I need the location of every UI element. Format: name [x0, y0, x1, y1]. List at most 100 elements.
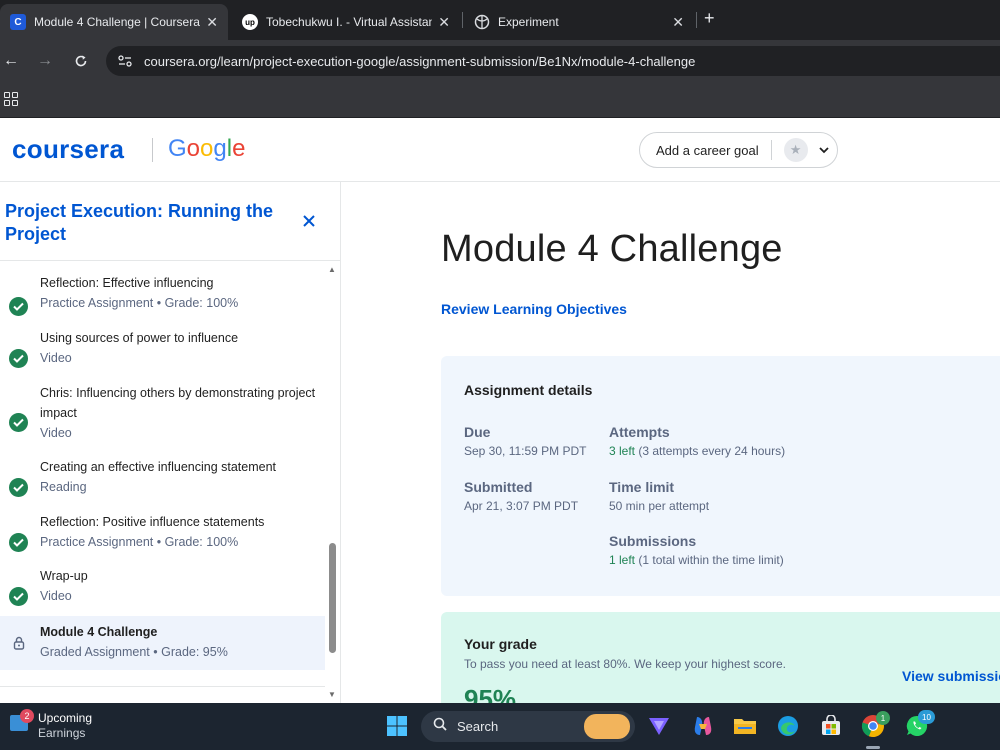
career-goal-divider — [770, 140, 772, 160]
browser-tab-strip: C Module 4 Challenge | Coursera ✕ up Tob… — [0, 0, 1000, 40]
microsoft-store-icon[interactable] — [817, 712, 845, 740]
check-circle-icon — [9, 533, 28, 552]
submissions-value: 1 left (1 total within the time limit) — [609, 551, 784, 569]
browser-tab-upwork[interactable]: up Tobechukwu I. - Virtual Assistan ✕ — [232, 4, 460, 40]
back-icon[interactable]: ← — [0, 50, 22, 72]
chevron-down-icon[interactable] — [818, 141, 830, 159]
time-limit-label: Time limit — [609, 479, 675, 495]
sidebar-item-meta: Video — [40, 426, 72, 440]
view-submission-link[interactable]: View submissio — [902, 668, 1000, 684]
submitted-value: Apr 21, 3:07 PM PDT — [464, 499, 579, 513]
main-content: Module 4 Challenge Review Learning Objec… — [341, 182, 1000, 703]
time-limit-value: 50 min per attempt — [609, 499, 710, 513]
sidebar-item-meta: Practice Assignment • Grade: 100% — [40, 296, 239, 310]
taskbar: 2 Upcoming Earnings Search 1 10 — [0, 703, 1000, 750]
tab-divider — [462, 12, 463, 28]
sidebar-item[interactable]: Chris: Influencing others by demonstrati… — [0, 383, 325, 447]
time-limit-block: Time limit 50 min per attempt — [609, 477, 709, 515]
search-icon — [433, 717, 447, 736]
course-title: Project Execution: Running the Project — [5, 201, 274, 244]
career-goal-label: Add a career goal — [656, 142, 759, 158]
vpn-app-icon[interactable] — [645, 712, 673, 740]
sidebar-item-name: Chris: Influencing others by demonstrati… — [40, 386, 316, 420]
sidebar-item[interactable]: Wrap-up Video — [0, 566, 325, 610]
notification-badge: 2 — [20, 709, 34, 723]
submissions-label: Submissions — [609, 533, 697, 549]
widget-subtitle: Earnings — [38, 726, 86, 740]
tab-title: Module 4 Challenge | Coursera — [34, 15, 200, 29]
site-info-icon[interactable] — [114, 50, 136, 72]
sidebar-item-active[interactable]: Module 4 Challenge Graded Assignment • G… — [0, 616, 325, 670]
search-label: Search — [457, 719, 499, 734]
close-icon[interactable] — [302, 212, 316, 233]
coursera-favicon: C — [10, 14, 26, 30]
taskbar-search[interactable]: Search — [421, 711, 635, 742]
search-highlight-icon — [584, 714, 630, 739]
attempts-left: 3 left — [609, 444, 636, 458]
review-learning-objectives-link[interactable]: Review Learning Objectives — [441, 301, 627, 317]
check-circle-icon — [9, 297, 28, 316]
submitted-block: Submitted Apr 21, 3:07 PM PDT — [464, 477, 578, 515]
grade-value: 95% — [464, 684, 517, 703]
scroll-up-arrow-icon[interactable]: ▲ — [328, 265, 336, 274]
browser-tab-experiment[interactable]: Experiment ✕ — [464, 4, 694, 40]
close-icon[interactable]: ✕ — [438, 14, 450, 31]
check-circle-icon — [9, 349, 28, 368]
scroll-down-arrow-icon[interactable]: ▼ — [328, 690, 336, 699]
whatsapp-notification-badge: 10 — [918, 710, 935, 724]
bookmarks-bar — [0, 82, 1000, 118]
copilot-icon[interactable] — [689, 712, 717, 740]
sidebar-item[interactable]: Reflection: Positive influence statement… — [0, 512, 325, 556]
widgets-button[interactable]: 2 Upcoming Earnings — [10, 709, 92, 741]
check-circle-icon — [9, 478, 28, 497]
due-value: Sep 30, 11:59 PM PDT — [464, 444, 587, 458]
tab-divider — [696, 12, 697, 28]
submissions-detail: (1 total within the time limit) — [635, 553, 784, 567]
sidebar-item-name: Module 4 Challenge — [40, 625, 158, 639]
star-icon: ★ — [783, 138, 808, 162]
forward-icon[interactable]: → — [34, 50, 56, 72]
logo-divider — [152, 138, 153, 162]
career-goal-button[interactable]: Add a career goal ★ — [639, 132, 838, 168]
submissions-block: Submissions 1 left (1 total within the t… — [609, 531, 784, 569]
sidebar-item[interactable]: Reflection: Effective influencing Practi… — [0, 273, 325, 317]
due-label: Due — [464, 424, 491, 440]
assignment-details-card: Assignment details Due Sep 30, 11:59 PM … — [441, 356, 1000, 596]
tab-title: Experiment — [498, 15, 559, 29]
sidebar-item-meta: Video — [40, 589, 72, 603]
check-circle-icon — [9, 413, 28, 432]
sidebar-item-name: Wrap-up — [40, 569, 88, 583]
sidebar-item-name: Using sources of power to influence — [40, 331, 239, 345]
reload-icon[interactable] — [70, 50, 92, 72]
chrome-notification-badge: 1 — [876, 711, 890, 725]
sidebar-footer-divider — [0, 686, 325, 687]
upwork-favicon: up — [242, 14, 258, 30]
grade-card: Your grade To pass you need at least 80%… — [441, 612, 1000, 703]
scrollbar-thumb[interactable] — [329, 543, 336, 653]
coursera-logo[interactable]: coursera — [12, 134, 124, 165]
google-logo[interactable]: Google — [168, 135, 245, 163]
attempts-block: Attempts 3 left (3 attempts every 24 hou… — [609, 422, 785, 460]
browser-tab-coursera[interactable]: C Module 4 Challenge | Coursera ✕ — [0, 4, 228, 40]
attempts-label: Attempts — [609, 424, 670, 440]
submitted-label: Submitted — [464, 479, 533, 495]
file-explorer-icon[interactable] — [731, 712, 759, 740]
sidebar-item[interactable]: Using sources of power to influence Vide… — [0, 328, 325, 372]
site-header: coursera Google Add a career goal ★ — [0, 118, 1000, 182]
sidebar-item-name: Reflection: Positive influence statement… — [40, 515, 265, 529]
address-bar[interactable]: coursera.org/learn/project-execution-goo… — [106, 46, 1000, 76]
attempts-value: 3 left (3 attempts every 24 hours) — [609, 442, 785, 460]
sidebar-item-meta: Video — [40, 351, 72, 365]
sidebar-item-meta: Reading — [40, 480, 87, 494]
close-icon[interactable]: ✕ — [206, 14, 218, 31]
windows-start-icon[interactable] — [383, 712, 411, 740]
apps-grid-icon[interactable] — [2, 90, 20, 108]
edge-browser-icon[interactable] — [774, 712, 802, 740]
assignment-details-heading: Assignment details — [464, 382, 593, 398]
page-title: Module 4 Challenge — [441, 228, 783, 270]
new-tab-icon[interactable]: + — [704, 8, 715, 29]
course-sidebar: Project Execution: Running the Project R… — [0, 182, 341, 703]
screen: C Module 4 Challenge | Coursera ✕ up Tob… — [0, 0, 1000, 750]
close-icon[interactable]: ✕ — [672, 14, 684, 31]
sidebar-item[interactable]: Creating an effective influencing statem… — [0, 457, 325, 501]
